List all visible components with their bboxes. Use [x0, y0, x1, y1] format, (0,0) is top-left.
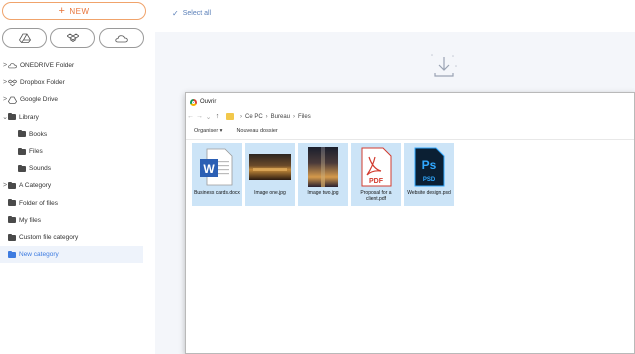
folder-icon [18, 130, 26, 138]
breadcrumb-item[interactable]: Bureau [271, 114, 290, 120]
top-bar: ✓ Select all [152, 0, 635, 32]
file-item[interactable]: W Business cards.docx [192, 143, 242, 206]
folder-icon [8, 233, 16, 241]
new-button-label: NEW [69, 6, 90, 16]
google-drive-button[interactable] [2, 28, 47, 48]
file-item[interactable]: Image one.jpg [245, 143, 295, 206]
sidebar: + NEW > ONEDRIVE Folder > Dropbox Folder > Go… [0, 0, 152, 354]
file-name: Image one.jpg [254, 190, 286, 196]
image-thumbnail [249, 154, 291, 180]
forward-arrow-icon[interactable]: → [195, 113, 204, 120]
svg-text:Ps: Ps [422, 158, 437, 172]
image-thumbnail [308, 147, 338, 187]
sidebar-item-google-drive[interactable]: > Google Drive [0, 91, 143, 108]
sidebar-item-label: Custom file category [19, 234, 79, 241]
dropbox-icon [66, 33, 79, 42]
file-item[interactable]: Ps PSD Website design.psd [404, 143, 454, 206]
dropbox-button[interactable] [50, 28, 95, 48]
folder-icon [8, 113, 16, 121]
folder-icon [226, 113, 234, 120]
sidebar-item-books[interactable]: Books [0, 126, 143, 143]
cloud-buttons [0, 28, 152, 50]
folder-icon [8, 250, 16, 258]
up-arrow-icon[interactable]: ↑ [213, 113, 222, 120]
sidebar-item-label: ONEDRIVE Folder [20, 62, 75, 69]
sidebar-item-files[interactable]: Files [0, 143, 143, 160]
new-button[interactable]: + NEW [2, 2, 146, 20]
dialog-title: Ouvrir [200, 99, 217, 105]
sidebar-item-label: Google Drive [20, 96, 58, 104]
dialog-title-bar: Ouvrir [190, 96, 216, 108]
sidebar-item-label: New category [19, 251, 59, 259]
google-drive-icon [18, 33, 31, 43]
folder-icon [18, 147, 26, 155]
file-name: Website design.psd [407, 190, 451, 196]
sidebar-item-label: Files [29, 148, 43, 155]
onedrive-button[interactable] [99, 28, 144, 48]
sidebar-item-label: Dropbox Folder [20, 79, 65, 87]
folder-icon [8, 181, 16, 189]
organize-menu[interactable]: Organiser ▾ [194, 128, 222, 134]
pdf-icon: PDF [361, 147, 392, 187]
folder-icon [8, 216, 16, 224]
sidebar-item-sounds[interactable]: Sounds [0, 160, 143, 177]
file-item[interactable]: Image two.jpg [298, 143, 348, 206]
onedrive-icon [115, 34, 128, 42]
sidebar-item-folder-of-files[interactable]: Folder of files [0, 195, 143, 212]
svg-text:PDF: PDF [369, 178, 384, 185]
address-bar: ← → ⌄ ↑ › Ce PC › Bureau › Files [186, 113, 311, 121]
download-icon [431, 54, 457, 77]
back-arrow-icon[interactable]: ← [186, 113, 195, 120]
svg-text:PSD: PSD [423, 177, 436, 183]
recent-chevron-icon[interactable]: ⌄ [204, 113, 213, 121]
sidebar-item-custom-file-category[interactable]: Custom file category [0, 229, 143, 246]
file-name: Proposal for a client.pdf [360, 190, 392, 202]
sidebar-item-library[interactable]: ⌄ Library [0, 109, 143, 126]
sidebar-item-a-category[interactable]: > A Category [0, 177, 143, 194]
plus-icon: + [58, 4, 66, 17]
divider [186, 139, 634, 140]
open-file-dialog: Ouvrir ← → ⌄ ↑ › Ce PC › Bureau › Files … [185, 92, 635, 354]
select-all-button[interactable]: ✓ Select all [172, 9, 211, 18]
google-drive-icon [8, 96, 17, 104]
dialog-toolbar: Organiser ▾ Nouveau dossier [194, 128, 292, 134]
sidebar-item-my-files[interactable]: My files [0, 212, 143, 229]
checkmark-icon: ✓ [172, 9, 179, 18]
sidebar-item-label: Sounds [29, 165, 52, 173]
file-name: Image two.jpg [307, 190, 339, 196]
folder-icon [8, 199, 16, 207]
sidebar-item-label: My files [19, 216, 42, 224]
breadcrumb-item[interactable]: Ce PC [245, 114, 263, 120]
svg-text:W: W [203, 162, 215, 176]
sidebar-item-onedrive-folder[interactable]: > ONEDRIVE Folder [0, 57, 143, 74]
sidebar-item-label: Library [19, 113, 39, 121]
file-name: Business cards.docx [194, 190, 240, 196]
file-item[interactable]: PDF Proposal for a client.pdf [351, 143, 401, 206]
onedrive-icon [8, 62, 17, 69]
chrome-icon [190, 98, 197, 106]
word-icon: W [200, 148, 233, 186]
dropbox-icon [8, 79, 17, 87]
sidebar-item-label: Folder of files [19, 199, 59, 207]
sidebar-item-label: Books [29, 130, 48, 138]
sidebar-item-label: A Category [19, 182, 52, 190]
new-folder-button[interactable]: Nouveau dossier [236, 128, 277, 134]
photoshop-icon: Ps PSD [414, 147, 445, 187]
sidebar-item-dropbox-folder[interactable]: > Dropbox Folder [0, 74, 143, 91]
folder-icon [18, 164, 26, 172]
breadcrumb-item[interactable]: Files [298, 114, 311, 120]
sidebar-item-new-category[interactable]: New category [0, 246, 143, 264]
select-all-label: Select all [182, 10, 212, 17]
